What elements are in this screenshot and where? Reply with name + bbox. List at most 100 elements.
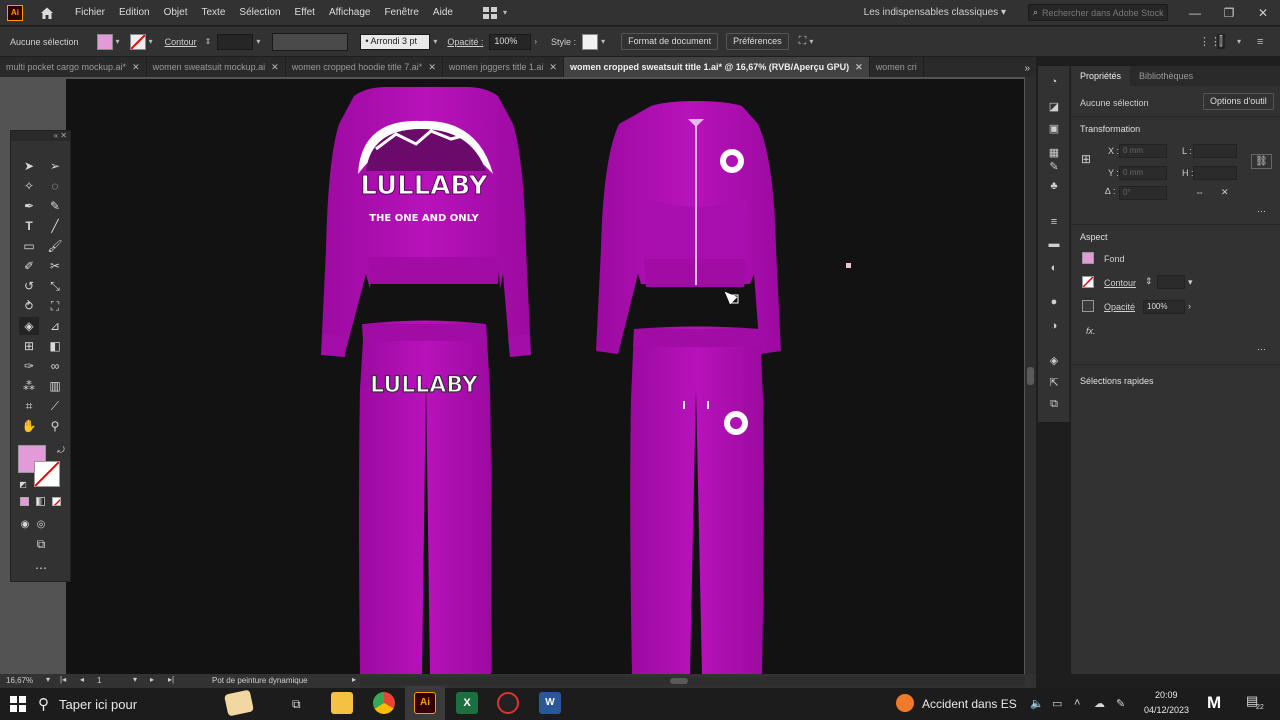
workspace-select[interactable]: Les indispensables classiques ▾ (864, 7, 1006, 18)
preferences-button[interactable]: Préférences (726, 33, 789, 50)
graphic-style-swatch[interactable] (582, 33, 599, 50)
export-icon[interactable]: ⇱ (1046, 376, 1062, 390)
illustrator-icon[interactable]: Ai (414, 692, 436, 714)
close-icon[interactable]: ✕ (60, 131, 67, 140)
default-colors-icon[interactable]: ◩ (13, 475, 33, 493)
opacity-field[interactable]: 100% (1143, 300, 1185, 314)
zoom-tool-icon[interactable]: ⚲ (45, 417, 65, 435)
vertical-scrollbar[interactable] (1025, 77, 1036, 674)
scissors-tool-icon[interactable]: ✂ (45, 257, 65, 275)
close-button[interactable]: ✕ (1246, 6, 1280, 20)
next-artboard-icon[interactable]: ▸ (150, 675, 154, 684)
draw-behind-icon[interactable]: ◎ (31, 515, 51, 533)
rectangle-tool-icon[interactable]: ▭ (19, 237, 39, 255)
menu-affichage[interactable]: Affichage (329, 7, 371, 18)
file-explorer-icon[interactable] (331, 692, 353, 714)
tab-women-cri[interactable]: women cri (870, 57, 924, 77)
tab-properties[interactable]: Propriétés (1071, 66, 1131, 86)
w-field[interactable] (1193, 144, 1237, 158)
angle-field[interactable]: 0° (1119, 186, 1167, 200)
artboard-number[interactable]: 1 (97, 676, 101, 685)
appearance-panel-icon[interactable]: ◔ (1046, 76, 1062, 90)
tab-libraries[interactable]: Bibliothèques (1130, 71, 1202, 81)
eyedropper-tool-icon[interactable]: ✑ (19, 357, 39, 375)
artboards-icon[interactable]: ⧉ (1046, 398, 1062, 412)
paintbrush-tool-icon[interactable]: 🖌 (45, 237, 65, 255)
variable-width-profile[interactable] (272, 32, 349, 51)
image-trace-icon[interactable]: ▣ (1046, 122, 1062, 136)
stock-search-input[interactable]: ⌕ Rechercher dans Adobe Stock (1028, 4, 1168, 21)
slice-tool-icon[interactable]: ⟋ (45, 397, 65, 415)
free-transform-tool-icon[interactable]: ⛶ (45, 297, 65, 315)
gradient-tool-icon[interactable]: ◧ (45, 337, 65, 355)
maximize-button[interactable]: ❐ (1212, 6, 1246, 20)
stepper-icon[interactable]: ⇕ (205, 37, 212, 46)
close-tab-icon[interactable]: ✕ (428, 62, 436, 73)
symbols-icon[interactable]: ▦ (1046, 146, 1062, 160)
color-panel-icon[interactable]: ● (1046, 296, 1062, 310)
stroke-weight-field[interactable] (1157, 275, 1185, 289)
stroke-panel-icon[interactable]: ≡ (1046, 216, 1062, 230)
color-mode-button[interactable] (20, 497, 29, 506)
hand-tool-icon[interactable]: ✋ (19, 417, 39, 435)
screen-mode-icon[interactable]: ⧉ (31, 535, 51, 553)
scale-tool-icon[interactable]: ⤡ (45, 277, 65, 295)
news-widget-text[interactable]: Accident dans ES (922, 697, 1017, 711)
sweatsuit-artwork[interactable]: LULLABY THE ONE AND ONLY LULLABY (66, 79, 1024, 674)
type-tool-icon[interactable]: T (19, 217, 39, 235)
news-widget-icon[interactable] (896, 694, 914, 712)
stroke-swatch[interactable] (1082, 276, 1094, 288)
transform-icon[interactable]: ⛶ (799, 35, 807, 48)
word-icon[interactable]: W (539, 692, 561, 714)
perspective-grid-tool-icon[interactable]: ⊿ (45, 317, 65, 335)
horizontal-scrollbar[interactable] (360, 677, 1025, 685)
tab-women-cropped-sweatsuit[interactable]: women cropped sweatsuit title 1.ai* @ 16… (563, 57, 870, 77)
lasso-tool-icon[interactable]: ◌ (45, 177, 65, 195)
mesh-tool-icon[interactable]: ⊞ (19, 337, 39, 355)
clock-time[interactable]: 20:09 (1155, 690, 1178, 700)
menu-aide[interactable]: Aide (433, 7, 453, 18)
opacity-field[interactable]: 100% (489, 33, 532, 50)
color-guide-icon[interactable]: ◑ (1046, 320, 1062, 334)
reference-point-icon[interactable]: ⊞ (1081, 152, 1091, 166)
arrange-documents-button[interactable]: ▾ (482, 6, 507, 19)
live-paint-bucket-tool-icon[interactable]: ◈ (19, 317, 39, 335)
more-options-icon[interactable]: ⋯ (1257, 344, 1266, 355)
menu-effet[interactable]: Effet (295, 7, 315, 18)
stroke-label[interactable]: Contour (165, 37, 197, 47)
more-options-icon[interactable]: ⋯ (1257, 206, 1266, 217)
y-field[interactable]: 0 mm (1119, 166, 1167, 180)
stray-anchor-point[interactable] (846, 263, 851, 268)
document-setup-button[interactable]: Format de document (621, 33, 719, 50)
chevron-right-icon[interactable]: › (534, 37, 537, 46)
chevron-down-icon[interactable]: ▾ (433, 37, 437, 46)
minimize-button[interactable]: — (1178, 6, 1212, 20)
onedrive-icon[interactable]: ☁ (1094, 697, 1105, 710)
chevron-down-icon[interactable]: ▾ (601, 37, 605, 46)
graph-tool-icon[interactable]: ▥ (45, 377, 65, 395)
fill-swatch[interactable] (1082, 252, 1094, 264)
menu-objet[interactable]: Objet (164, 7, 188, 18)
chevron-right-icon[interactable]: ▸ (352, 675, 356, 684)
symbols-club-icon[interactable]: ♣ (1046, 180, 1062, 194)
opacity-label[interactable]: Opacité : (447, 37, 483, 47)
canvas[interactable]: LULLABY THE ONE AND ONLY LULLABY (0, 77, 1036, 674)
chevron-down-icon[interactable]: ▾ (133, 675, 137, 684)
rotate-tool-icon[interactable]: ↺ (19, 277, 39, 295)
stroke-color-swatch[interactable] (34, 461, 60, 487)
blend-tool-icon[interactable]: ∞ (45, 357, 65, 375)
stroke-swatch[interactable] (129, 33, 146, 50)
scrollbar-thumb[interactable] (1027, 367, 1034, 385)
menu-edition[interactable]: Edition (119, 7, 150, 18)
windows-start-icon[interactable] (10, 696, 26, 712)
menu-texte[interactable]: Texte (202, 7, 226, 18)
menu-icon[interactable]: ≡ (1257, 36, 1263, 48)
tab-women-joggers[interactable]: women joggers title 1.ai ✕ (443, 57, 564, 77)
home-icon[interactable] (39, 5, 55, 21)
zoom-level[interactable]: 16,67% (6, 676, 33, 685)
menu-selection[interactable]: Sélection (239, 7, 280, 18)
menu-fichier[interactable]: Fichier (75, 7, 105, 18)
x-field[interactable]: 0 mm (1119, 144, 1167, 158)
close-tab-icon[interactable]: ✕ (549, 62, 557, 73)
chevron-down-icon[interactable]: ▾ (1188, 277, 1193, 288)
